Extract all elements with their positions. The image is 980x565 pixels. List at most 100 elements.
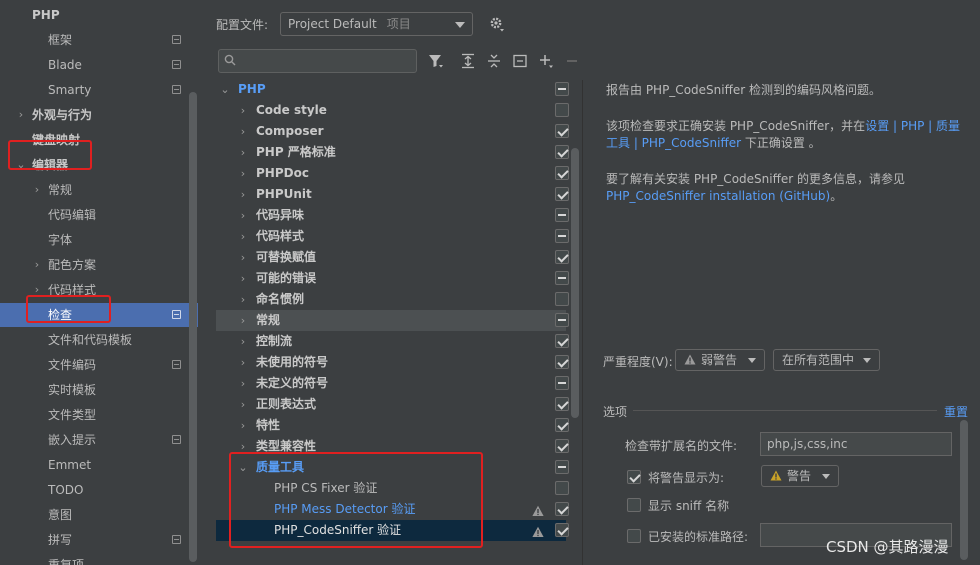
tree-row[interactable]: › 常规 (216, 310, 569, 331)
sidebar-item[interactable]: Emmet (0, 453, 198, 477)
chevron-right-icon[interactable]: › (32, 278, 42, 302)
chevron-right-icon[interactable]: › (238, 142, 248, 163)
tree-row[interactable]: › 代码异味 (216, 205, 569, 226)
sidebar-item[interactable]: › 常规 (0, 178, 198, 202)
chevron-right-icon[interactable]: › (238, 226, 248, 247)
inspection-checkbox[interactable] (555, 397, 569, 411)
tree-row[interactable]: › Code style (216, 100, 569, 121)
sidebar-item[interactable]: 文件和代码模板 (0, 328, 198, 352)
inspection-checkbox[interactable] (555, 124, 569, 138)
filter-icon[interactable] (428, 53, 444, 69)
chevron-right-icon[interactable]: › (238, 100, 248, 121)
sidebar-item[interactable]: 文件类型 (0, 403, 198, 427)
tree-row[interactable]: › 未定义的符号 (216, 373, 569, 394)
extensions-input[interactable]: php,js,css,inc (760, 432, 952, 456)
sidebar-item[interactable]: › 代码样式 (0, 278, 198, 302)
inspection-checkbox[interactable] (555, 313, 569, 327)
tree-row[interactable]: PHP CS Fixer 验证 (216, 478, 569, 499)
inspection-checkbox[interactable] (555, 103, 569, 117)
gear-icon[interactable] (489, 16, 505, 32)
sidebar-scrollbar[interactable] (189, 92, 197, 562)
show-warning-checkbox[interactable] (627, 470, 641, 484)
profile-select[interactable]: Project Default 项目 (280, 12, 473, 36)
chevron-right-icon[interactable]: › (238, 415, 248, 436)
chevron-right-icon[interactable]: › (238, 394, 248, 415)
tree-row[interactable]: › PHP 严格标准 (216, 142, 569, 163)
tree-row[interactable]: › 特性 (216, 415, 569, 436)
sidebar-item[interactable]: 拼写 (0, 528, 198, 552)
sidebar-item[interactable]: TODO (0, 478, 198, 502)
sidebar-item[interactable]: › 配色方案 (0, 253, 198, 277)
inspection-search-input[interactable] (218, 49, 417, 73)
chevron-right-icon[interactable]: › (238, 373, 248, 394)
chevron-right-icon[interactable]: › (238, 184, 248, 205)
chevron-right-icon[interactable]: › (32, 253, 42, 277)
sidebar-item[interactable]: 意图 (0, 503, 198, 527)
inspection-checkbox[interactable] (555, 481, 569, 495)
chevron-right-icon[interactable]: › (238, 247, 248, 268)
sidebar-item[interactable]: › 外观与行为 (0, 103, 198, 127)
chevron-right-icon[interactable]: › (238, 331, 248, 352)
inspection-checkbox[interactable] (555, 208, 569, 222)
inspection-checkbox[interactable] (555, 250, 569, 264)
sidebar-item[interactable]: PHP (0, 3, 198, 27)
tree-row[interactable]: › PHPUnit (216, 184, 569, 205)
tree-row[interactable]: PHP_CodeSniffer 验证 (216, 520, 569, 541)
sidebar-item[interactable]: 文件编码 (0, 353, 198, 377)
chevron-right-icon[interactable]: › (16, 103, 26, 127)
sidebar-item[interactable]: 键盘映射 (0, 128, 198, 152)
add-icon[interactable] (538, 53, 554, 69)
inspection-checkbox[interactable] (555, 376, 569, 390)
tree-row[interactable]: › 未使用的符号 (216, 352, 569, 373)
installed-path-checkbox[interactable] (627, 529, 641, 543)
chevron-down-icon[interactable]: ⌄ (238, 457, 248, 478)
sidebar-item[interactable]: 嵌入提示 (0, 428, 198, 452)
inspection-checkbox[interactable] (555, 82, 569, 96)
chevron-down-icon[interactable]: ⌄ (16, 153, 26, 177)
tree-row[interactable]: › 可能的错误 (216, 268, 569, 289)
tree-row[interactable]: › 代码样式 (216, 226, 569, 247)
inspection-checkbox[interactable] (555, 229, 569, 243)
tree-row[interactable]: ⌄ PHP (216, 80, 569, 100)
chevron-right-icon[interactable]: › (238, 268, 248, 289)
inspection-checkbox[interactable] (555, 439, 569, 453)
reset-icon[interactable] (512, 53, 528, 69)
expand-all-icon[interactable] (460, 53, 476, 69)
chevron-right-icon[interactable]: › (238, 310, 248, 331)
sidebar-item[interactable]: Smarty (0, 78, 198, 102)
inspection-checkbox[interactable] (555, 355, 569, 369)
severity-select[interactable]: 弱警告 (675, 349, 765, 371)
sidebar-item[interactable]: 代码编辑 (0, 203, 198, 227)
inspection-checkbox[interactable] (555, 271, 569, 285)
inspection-checkbox[interactable] (555, 166, 569, 180)
tree-row[interactable]: › 类型兼容性 (216, 436, 569, 457)
inspection-checkbox[interactable] (555, 292, 569, 306)
tree-row[interactable]: › 可替换赋值 (216, 247, 569, 268)
chevron-right-icon[interactable]: › (238, 436, 248, 457)
sidebar-item[interactable]: 检查 (0, 303, 198, 327)
chevron-right-icon[interactable]: › (238, 289, 248, 310)
inspection-checkbox[interactable] (555, 145, 569, 159)
collapse-all-icon[interactable] (486, 53, 502, 69)
sidebar-item[interactable]: 框架 (0, 28, 198, 52)
show-sniff-checkbox[interactable] (627, 498, 641, 512)
scope-select[interactable]: 在所有范围中 (773, 349, 880, 371)
chevron-right-icon[interactable]: › (238, 121, 248, 142)
sidebar-item[interactable]: 重复项 (0, 553, 198, 565)
inspection-checkbox[interactable] (555, 460, 569, 474)
inspection-checkbox[interactable] (555, 187, 569, 201)
pane-divider[interactable] (582, 80, 583, 565)
tree-row[interactable]: › 正则表达式 (216, 394, 569, 415)
sidebar-item[interactable]: 实时模板 (0, 378, 198, 402)
sidebar-item[interactable]: ⌄ 编辑器 (0, 153, 198, 177)
tree-row[interactable]: ⌄ 质量工具 (216, 457, 569, 478)
remove-icon[interactable] (564, 53, 580, 69)
chevron-right-icon[interactable]: › (238, 205, 248, 226)
inspection-checkbox[interactable] (555, 418, 569, 432)
chevron-right-icon[interactable]: › (238, 163, 248, 184)
tree-row[interactable]: › 控制流 (216, 331, 569, 352)
reset-link[interactable]: 重置 (944, 403, 968, 420)
warning-level-select[interactable]: 警告 (761, 465, 839, 487)
tree-row[interactable]: › 命名惯例 (216, 289, 569, 310)
github-install-link[interactable]: PHP_CodeSniffer installation (GitHub) (606, 189, 830, 203)
